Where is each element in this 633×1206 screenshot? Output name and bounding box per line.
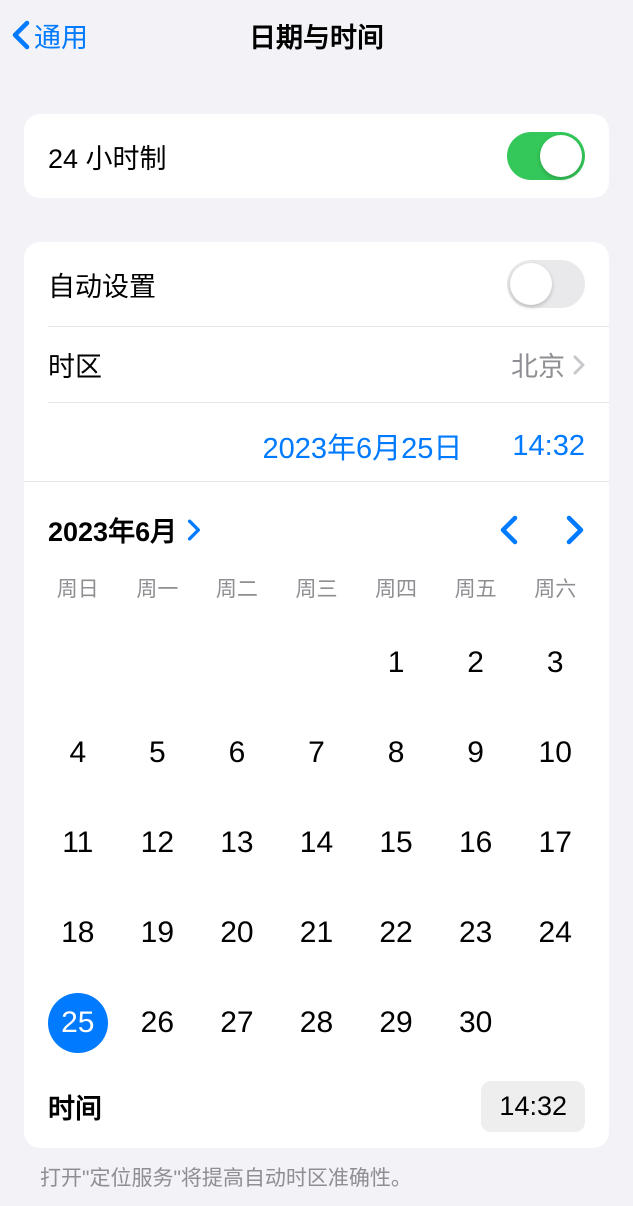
- weekday-label: 周三: [277, 573, 357, 603]
- calendar: 2023年6月 周日周一周二周三周四周五周六 12345678910111213…: [24, 482, 609, 1148]
- datetime-display-row: 2023年6月25日 14:32: [24, 403, 609, 481]
- calendar-day[interactable]: 2: [436, 633, 516, 693]
- calendar-day[interactable]: 6: [197, 723, 277, 783]
- footer-note: 打开"定位服务"将提高自动时区准确性。: [0, 1148, 633, 1206]
- calendar-day[interactable]: 28: [277, 993, 357, 1053]
- calendar-day[interactable]: 21: [277, 903, 357, 963]
- calendar-day[interactable]: 9: [436, 723, 516, 783]
- weekday-header: 周日周一周二周三周四周五周六: [38, 567, 595, 609]
- timezone-row[interactable]: 时区 北京: [24, 327, 609, 402]
- calendar-day[interactable]: 23: [436, 903, 516, 963]
- toggle-knob: [540, 135, 582, 177]
- time-row: 时间 14:32: [38, 1067, 595, 1138]
- calendar-day[interactable]: 27: [197, 993, 277, 1053]
- calendar-day[interactable]: 26: [118, 993, 198, 1053]
- calendar-day[interactable]: 30: [436, 993, 516, 1053]
- weekday-label: 周四: [356, 573, 436, 603]
- calendar-day[interactable]: 29: [356, 993, 436, 1053]
- time-picker[interactable]: 14:32: [481, 1081, 585, 1132]
- calendar-day[interactable]: 13: [197, 813, 277, 873]
- hour24-row: 24 小时制: [24, 114, 609, 198]
- calendar-day[interactable]: 15: [356, 813, 436, 873]
- auto-set-label: 自动设置: [48, 265, 156, 304]
- back-button[interactable]: 通用: [12, 16, 88, 55]
- month-nav: [499, 515, 585, 545]
- calendar-day[interactable]: 11: [38, 813, 118, 873]
- hour24-toggle[interactable]: [507, 132, 585, 180]
- chevron-right-icon: [573, 355, 585, 375]
- chevron-right-icon: [187, 519, 201, 541]
- next-month-button[interactable]: [565, 515, 585, 545]
- day-empty: [197, 633, 277, 693]
- calendar-day[interactable]: 17: [515, 813, 595, 873]
- days-grid: 1234567891011121314151617181920212223242…: [38, 609, 595, 1067]
- date-display[interactable]: 2023年6月25日: [263, 425, 463, 467]
- calendar-day[interactable]: 8: [356, 723, 436, 783]
- nav-bar: 通用 日期与时间: [0, 0, 633, 70]
- timezone-label: 时区: [48, 345, 102, 384]
- chevron-left-icon: [12, 20, 30, 50]
- prev-month-button[interactable]: [499, 515, 519, 545]
- weekday-label: 周六: [515, 573, 595, 603]
- calendar-day[interactable]: 3: [515, 633, 595, 693]
- day-empty: [118, 633, 198, 693]
- calendar-day[interactable]: 10: [515, 723, 595, 783]
- day-empty: [38, 633, 118, 693]
- auto-set-toggle[interactable]: [507, 260, 585, 308]
- weekday-label: 周二: [197, 573, 277, 603]
- calendar-day[interactable]: 4: [38, 723, 118, 783]
- calendar-day[interactable]: 19: [118, 903, 198, 963]
- calendar-day[interactable]: 14: [277, 813, 357, 873]
- hour-format-section: 24 小时制: [24, 114, 609, 198]
- calendar-day[interactable]: 24: [515, 903, 595, 963]
- weekday-label: 周一: [118, 573, 198, 603]
- day-empty: [277, 633, 357, 693]
- month-label: 2023年6月: [48, 510, 177, 549]
- calendar-day[interactable]: 22: [356, 903, 436, 963]
- time-display[interactable]: 14:32: [512, 430, 585, 463]
- calendar-day[interactable]: 20: [197, 903, 277, 963]
- time-label: 时间: [48, 1087, 102, 1126]
- datetime-section: 自动设置 时区 北京 2023年6月25日 14:32 2023年6月: [24, 242, 609, 1148]
- calendar-header: 2023年6月: [38, 482, 595, 567]
- page-title: 日期与时间: [249, 16, 384, 55]
- weekday-label: 周五: [436, 573, 516, 603]
- calendar-day[interactable]: 18: [38, 903, 118, 963]
- calendar-day[interactable]: 5: [118, 723, 198, 783]
- weekday-label: 周日: [38, 573, 118, 603]
- calendar-day[interactable]: 7: [277, 723, 357, 783]
- calendar-day[interactable]: 16: [436, 813, 516, 873]
- month-selector[interactable]: 2023年6月: [48, 510, 201, 549]
- timezone-value-group: 北京: [511, 345, 585, 384]
- hour24-label: 24 小时制: [48, 137, 167, 176]
- back-label: 通用: [34, 16, 88, 55]
- calendar-day[interactable]: 25: [38, 993, 118, 1053]
- toggle-knob: [510, 263, 552, 305]
- calendar-day[interactable]: 1: [356, 633, 436, 693]
- timezone-value: 北京: [511, 345, 565, 384]
- calendar-day[interactable]: 12: [118, 813, 198, 873]
- auto-set-row: 自动设置: [24, 242, 609, 326]
